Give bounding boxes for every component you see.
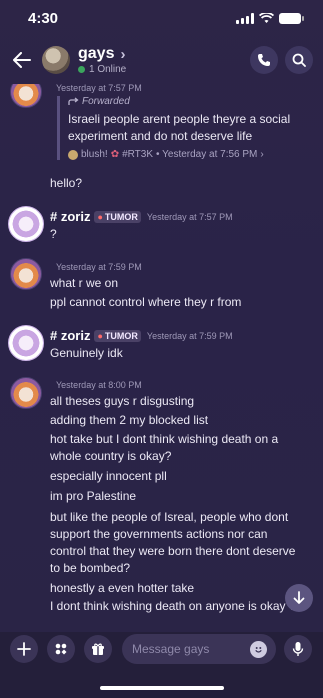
channel-avatar[interactable]: [42, 46, 70, 74]
message-header: # zoriz ● TUMOR Yesterday at 7:59 PM: [50, 328, 233, 343]
back-button[interactable]: [10, 48, 34, 72]
message-text: I dont think wishing death on anyone is …: [50, 599, 303, 613]
smile-icon: [255, 647, 262, 653]
channel-header: gays › 1 Online: [0, 36, 323, 84]
emoji-button[interactable]: [250, 641, 267, 658]
message-text: adding them 2 my blocked list: [50, 413, 209, 427]
message-text: but like the people of Isreal, people wh…: [50, 510, 296, 575]
clan-tag-text: TUMOR: [104, 330, 138, 341]
author-name[interactable]: # zoriz: [50, 209, 90, 224]
message-timestamp: Yesterday at 7:59 PM: [146, 330, 233, 341]
avatar[interactable]: [10, 258, 42, 290]
channel-title: gays ›: [78, 45, 126, 63]
avatar[interactable]: [10, 377, 42, 409]
message-text: hot take but I dont think wishing death …: [50, 432, 279, 463]
rose-icon: ✿: [110, 149, 120, 160]
source-user: blush!: [81, 149, 108, 160]
call-button[interactable]: [250, 46, 278, 74]
message-text: what r we on: [50, 276, 119, 290]
signal-icon: [236, 12, 254, 24]
message-text: hello?: [50, 176, 83, 190]
message-timestamp: Yesterday at 7:59 PM: [56, 262, 142, 272]
message-text: Genuinely idk: [50, 346, 123, 360]
battery-icon: [279, 12, 304, 24]
wifi-icon: [259, 12, 274, 23]
source-channel: #RT3K: [122, 149, 154, 160]
channel-info[interactable]: gays › 1 Online: [78, 45, 126, 75]
clan-tag[interactable]: ● TUMOR: [94, 210, 141, 223]
avatar[interactable]: [8, 206, 44, 242]
forward-arrow-icon: [68, 97, 79, 105]
status-icons: [236, 12, 304, 24]
message-text: ppl cannot control where they r from: [50, 295, 242, 309]
apps-button[interactable]: [47, 635, 75, 663]
message-timestamp: Yesterday at 8:00 PM: [56, 380, 142, 390]
status-time: 4:30: [28, 9, 59, 27]
avatar[interactable]: [8, 325, 44, 361]
scroll-to-bottom-button[interactable]: [285, 584, 313, 612]
forward-source[interactable]: blush! ✿ #RT3K • Yesterday at 7:56 PM ›: [68, 149, 307, 160]
apps-icon: [55, 643, 67, 655]
status-bar: 4:30: [0, 0, 323, 36]
plus-icon: [17, 642, 31, 656]
message-text: especially innocent pll: [50, 469, 167, 483]
forwarded-message[interactable]: Forwarded Israeli people arent people th…: [57, 96, 307, 160]
arrow-down-icon: [293, 591, 305, 604]
message-text: all theses guys r disgusting: [50, 394, 195, 408]
composer-bar: [0, 632, 323, 698]
online-dot-icon: [78, 66, 85, 73]
message-text: ?: [50, 227, 57, 241]
voice-message-button[interactable]: [284, 635, 312, 663]
message-header: # zoriz ● TUMOR Yesterday at 7:57 PM: [50, 209, 233, 224]
phone-icon: [258, 54, 270, 66]
channel-name: gays: [78, 45, 115, 62]
online-status: 1 Online: [78, 64, 126, 75]
clan-tag-text: TUMOR: [104, 211, 138, 222]
arrow-left-icon: [13, 52, 31, 68]
author-name[interactable]: # zoriz: [50, 328, 90, 343]
message-text: im pro Palestine: [50, 489, 137, 503]
home-indicator: [100, 686, 224, 690]
clan-tag[interactable]: ● TUMOR: [94, 329, 141, 342]
message-timestamp: Yesterday at 7:57 PM: [56, 84, 142, 93]
search-button[interactable]: [285, 46, 313, 74]
source-avatar-icon: [68, 149, 78, 160]
avatar[interactable]: [10, 84, 42, 108]
message-text: honestly a even hotter take: [50, 581, 195, 595]
chevron-right-icon: ›: [260, 149, 264, 160]
search-icon: [292, 53, 306, 67]
message-list[interactable]: Yesterday at 7:57 PM Forwarded Israeli p…: [0, 84, 323, 632]
online-count: 1 Online: [89, 64, 127, 75]
forwarded-text: Israeli people arent people theyre a soc…: [68, 112, 291, 143]
gift-button[interactable]: [84, 635, 112, 663]
source-time: • Yesterday at 7:56 PM: [156, 149, 258, 160]
microphone-icon: [292, 642, 304, 656]
message-timestamp: Yesterday at 7:57 PM: [146, 211, 233, 222]
gift-icon: [92, 643, 104, 655]
tumor-tag-icon: ●: [97, 330, 103, 341]
forwarded-label-text: Forwarded: [82, 96, 130, 107]
forwarded-label: Forwarded: [68, 96, 307, 107]
tumor-tag-icon: ●: [97, 211, 103, 222]
add-attachment-button[interactable]: [10, 635, 38, 663]
chevron-right-icon: ›: [120, 45, 126, 63]
